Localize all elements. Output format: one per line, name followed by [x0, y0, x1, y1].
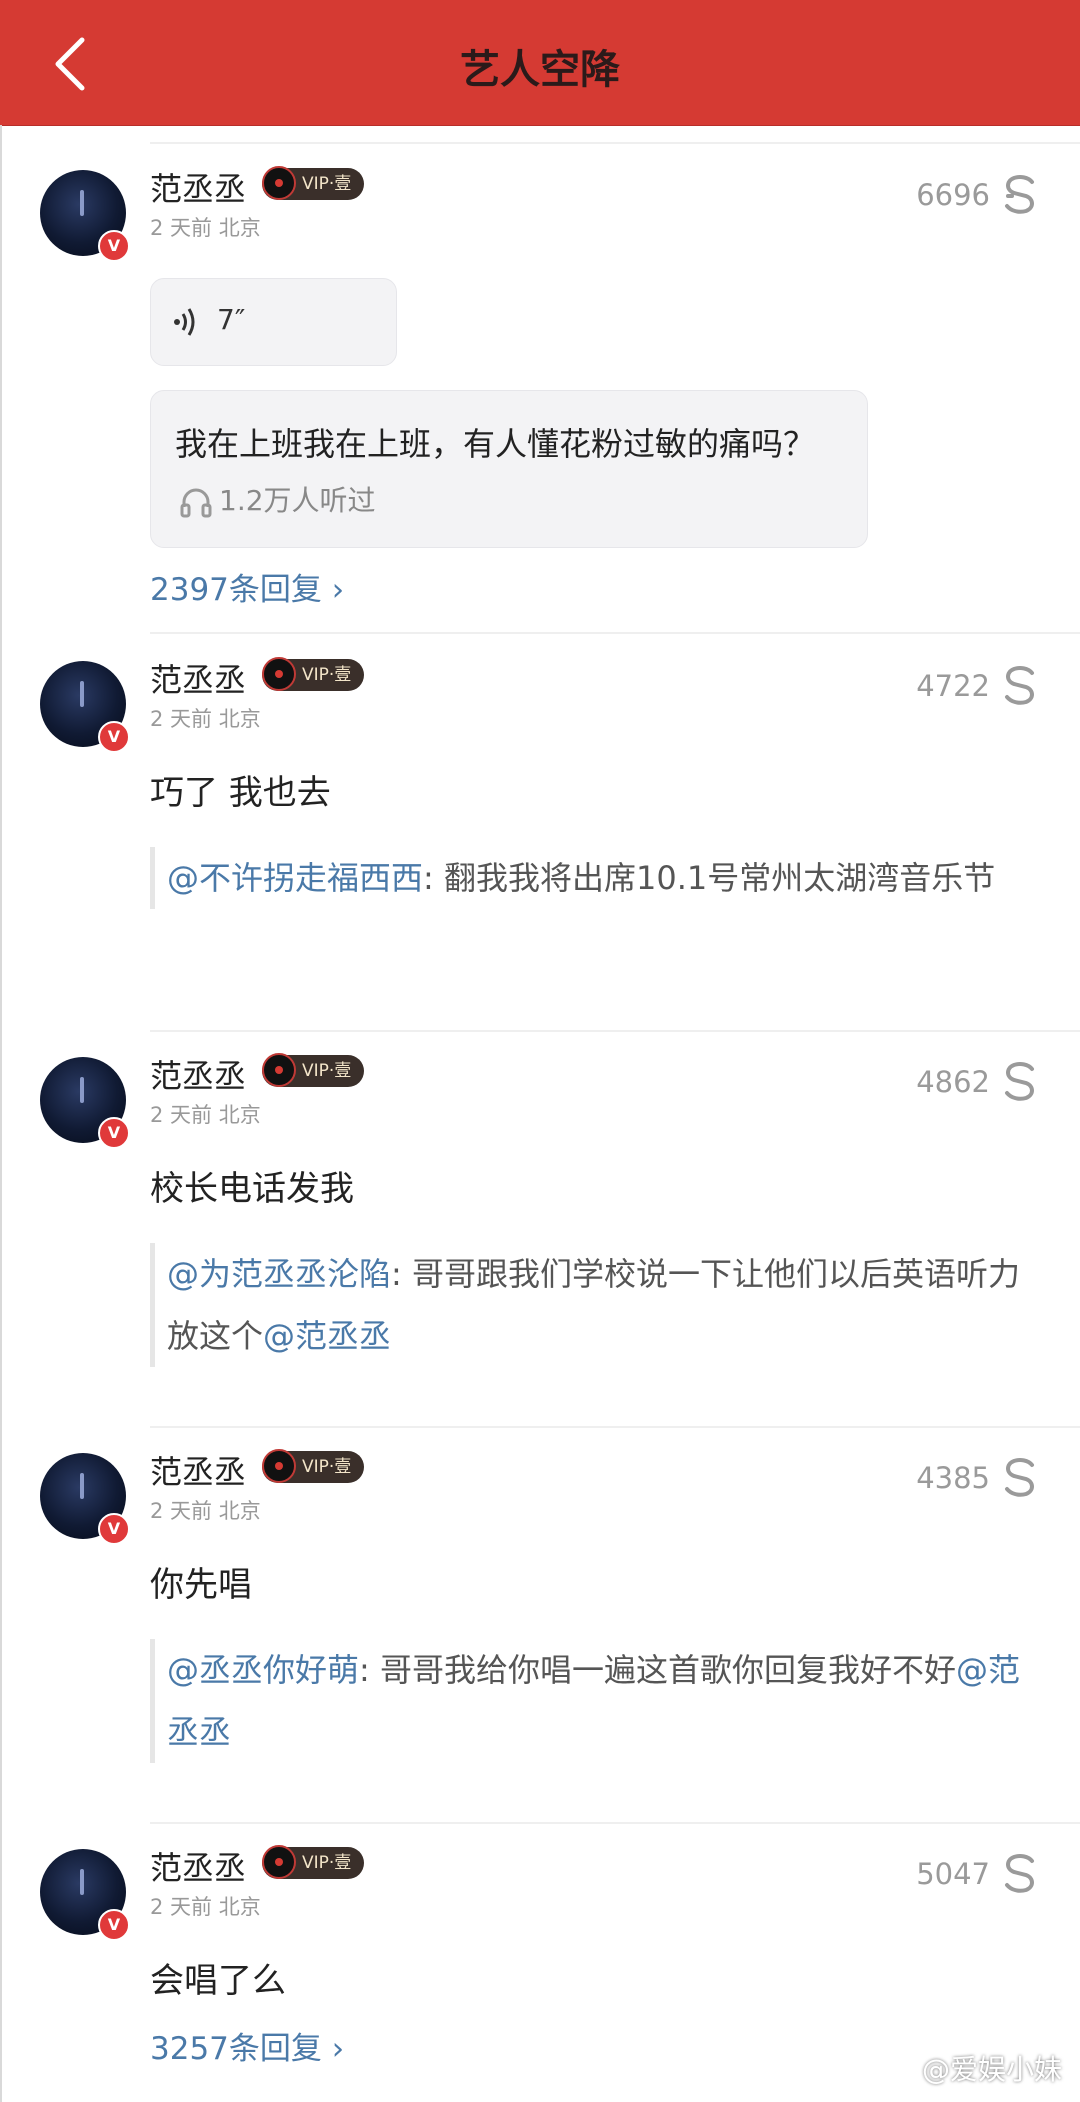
vip-badge: VIP·壹: [262, 1053, 364, 1087]
voice-message[interactable]: 7″: [150, 278, 397, 366]
username[interactable]: 范丞丞: [150, 655, 246, 701]
vip-badge: VIP·壹: [262, 657, 364, 691]
s-like-icon[interactable]: [1000, 663, 1040, 707]
divider: [150, 632, 1080, 634]
like-count: 4722: [916, 669, 990, 703]
mention-link[interactable]: @丞丞你好萌: [167, 1651, 359, 1689]
watermark: @爱娱小妹: [921, 2053, 1062, 2086]
voice-duration: 7″: [217, 303, 246, 336]
vinyl-icon: [262, 166, 296, 200]
page-title: 艺人空降: [460, 47, 620, 93]
s-like-icon[interactable]: [1000, 1851, 1040, 1895]
verified-badge: V: [98, 230, 130, 262]
vinyl-icon: [262, 1449, 296, 1483]
username[interactable]: 范丞丞: [150, 1843, 246, 1889]
sound-wave-icon: [174, 308, 195, 336]
comment-item: V 范丞丞 VIP·壹 2 天前 北京 4862 校长电话发我 @为范丞丞沦陷:…: [0, 1031, 1080, 1428]
quoted-comment[interactable]: @丞丞你好萌: 哥哥我给你唱一遍这首歌你回复我好不好@范丞丞: [150, 1639, 1030, 1763]
comment-meta: 2 天前 北京: [150, 707, 261, 731]
username[interactable]: 范丞丞: [150, 1447, 246, 1493]
header-bar: 艺人空降: [0, 0, 1080, 126]
comment-item: V 范丞丞 VIP·壹 2 天前 北京 4385 你先唱 @丞丞你好萌: 哥哥我…: [0, 1427, 1080, 1824]
like-count: 5047: [916, 1857, 990, 1891]
vinyl-icon: [262, 657, 296, 691]
like-count: 4862: [916, 1065, 990, 1099]
replies-link[interactable]: 3257条回复 ›: [150, 2023, 344, 2068]
quoted-comment[interactable]: @不许拐走福西西: 翻我我将出席10.1号常州太湖湾音乐节: [150, 847, 1030, 909]
s-like-icon[interactable]: [1000, 1455, 1040, 1499]
mention-link[interactable]: @范丞丞: [263, 1317, 391, 1355]
comment-item: V 范丞丞 VIP·壹 2 天前 北京 5047 会唱了么 3257条回复 ›: [0, 1823, 1080, 2102]
verified-badge: V: [98, 1117, 130, 1149]
voice-transcript-card[interactable]: 我在上班我在上班，有人懂花粉过敏的痛吗？ 1.2万人听过: [150, 390, 868, 548]
comment-text: 校长电话发我: [150, 1169, 354, 1209]
listen-count: 1.2万人听过: [179, 479, 376, 519]
username[interactable]: 范丞丞: [150, 164, 246, 210]
quoted-text: : 翻我我将出席10.1号常州太湖湾音乐节: [423, 859, 996, 897]
replies-link[interactable]: 2397条回复 ›: [150, 564, 344, 609]
comment-text: 你先唱: [150, 1565, 252, 1605]
headphones-icon: [180, 488, 212, 518]
comment-item: V 范丞丞 VIP·壹 2 天前 北京 6696 7″ 我在上班我在上班，有人懂…: [0, 144, 1080, 634]
voice-transcript: 我在上班我在上班，有人懂花粉过敏的痛吗？: [175, 425, 816, 463]
comment-text: 会唱了么: [150, 1961, 286, 2001]
comment-meta: 2 天前 北京: [150, 1895, 261, 1919]
verified-badge: V: [98, 1909, 130, 1941]
comment-meta: 2 天前 北京: [150, 216, 261, 240]
s-like-icon[interactable]: [1000, 172, 1040, 216]
vinyl-icon: [262, 1845, 296, 1879]
comment-meta: 2 天前 北京: [150, 1499, 261, 1523]
vip-badge: VIP·壹: [262, 1845, 364, 1879]
quoted-comment[interactable]: @为范丞丞沦陷: 哥哥跟我们学校说一下让他们以后英语听力放这个@范丞丞: [150, 1243, 1030, 1367]
verified-badge: V: [98, 1513, 130, 1545]
like-count: 6696: [916, 178, 990, 212]
comment-item: V 范丞丞 VIP·壹 2 天前 北京 4722 巧了 我也去 @不许拐走福西西…: [0, 635, 1080, 1032]
username[interactable]: 范丞丞: [150, 1051, 246, 1097]
quoted-text: : 哥哥我给你唱一遍这首歌你回复我好不好: [359, 1651, 956, 1689]
like-count: 4385: [916, 1461, 990, 1495]
vip-badge: VIP·壹: [262, 166, 364, 200]
comment-text: 巧了 我也去: [150, 773, 331, 813]
mention-link[interactable]: @不许拐走福西西: [167, 859, 423, 897]
vip-badge: VIP·壹: [262, 1449, 364, 1483]
mention-link[interactable]: @为范丞丞沦陷: [167, 1255, 391, 1293]
comment-meta: 2 天前 北京: [150, 1103, 261, 1127]
vinyl-icon: [262, 1053, 296, 1087]
verified-badge: V: [98, 721, 130, 753]
s-like-icon[interactable]: [1000, 1059, 1040, 1103]
